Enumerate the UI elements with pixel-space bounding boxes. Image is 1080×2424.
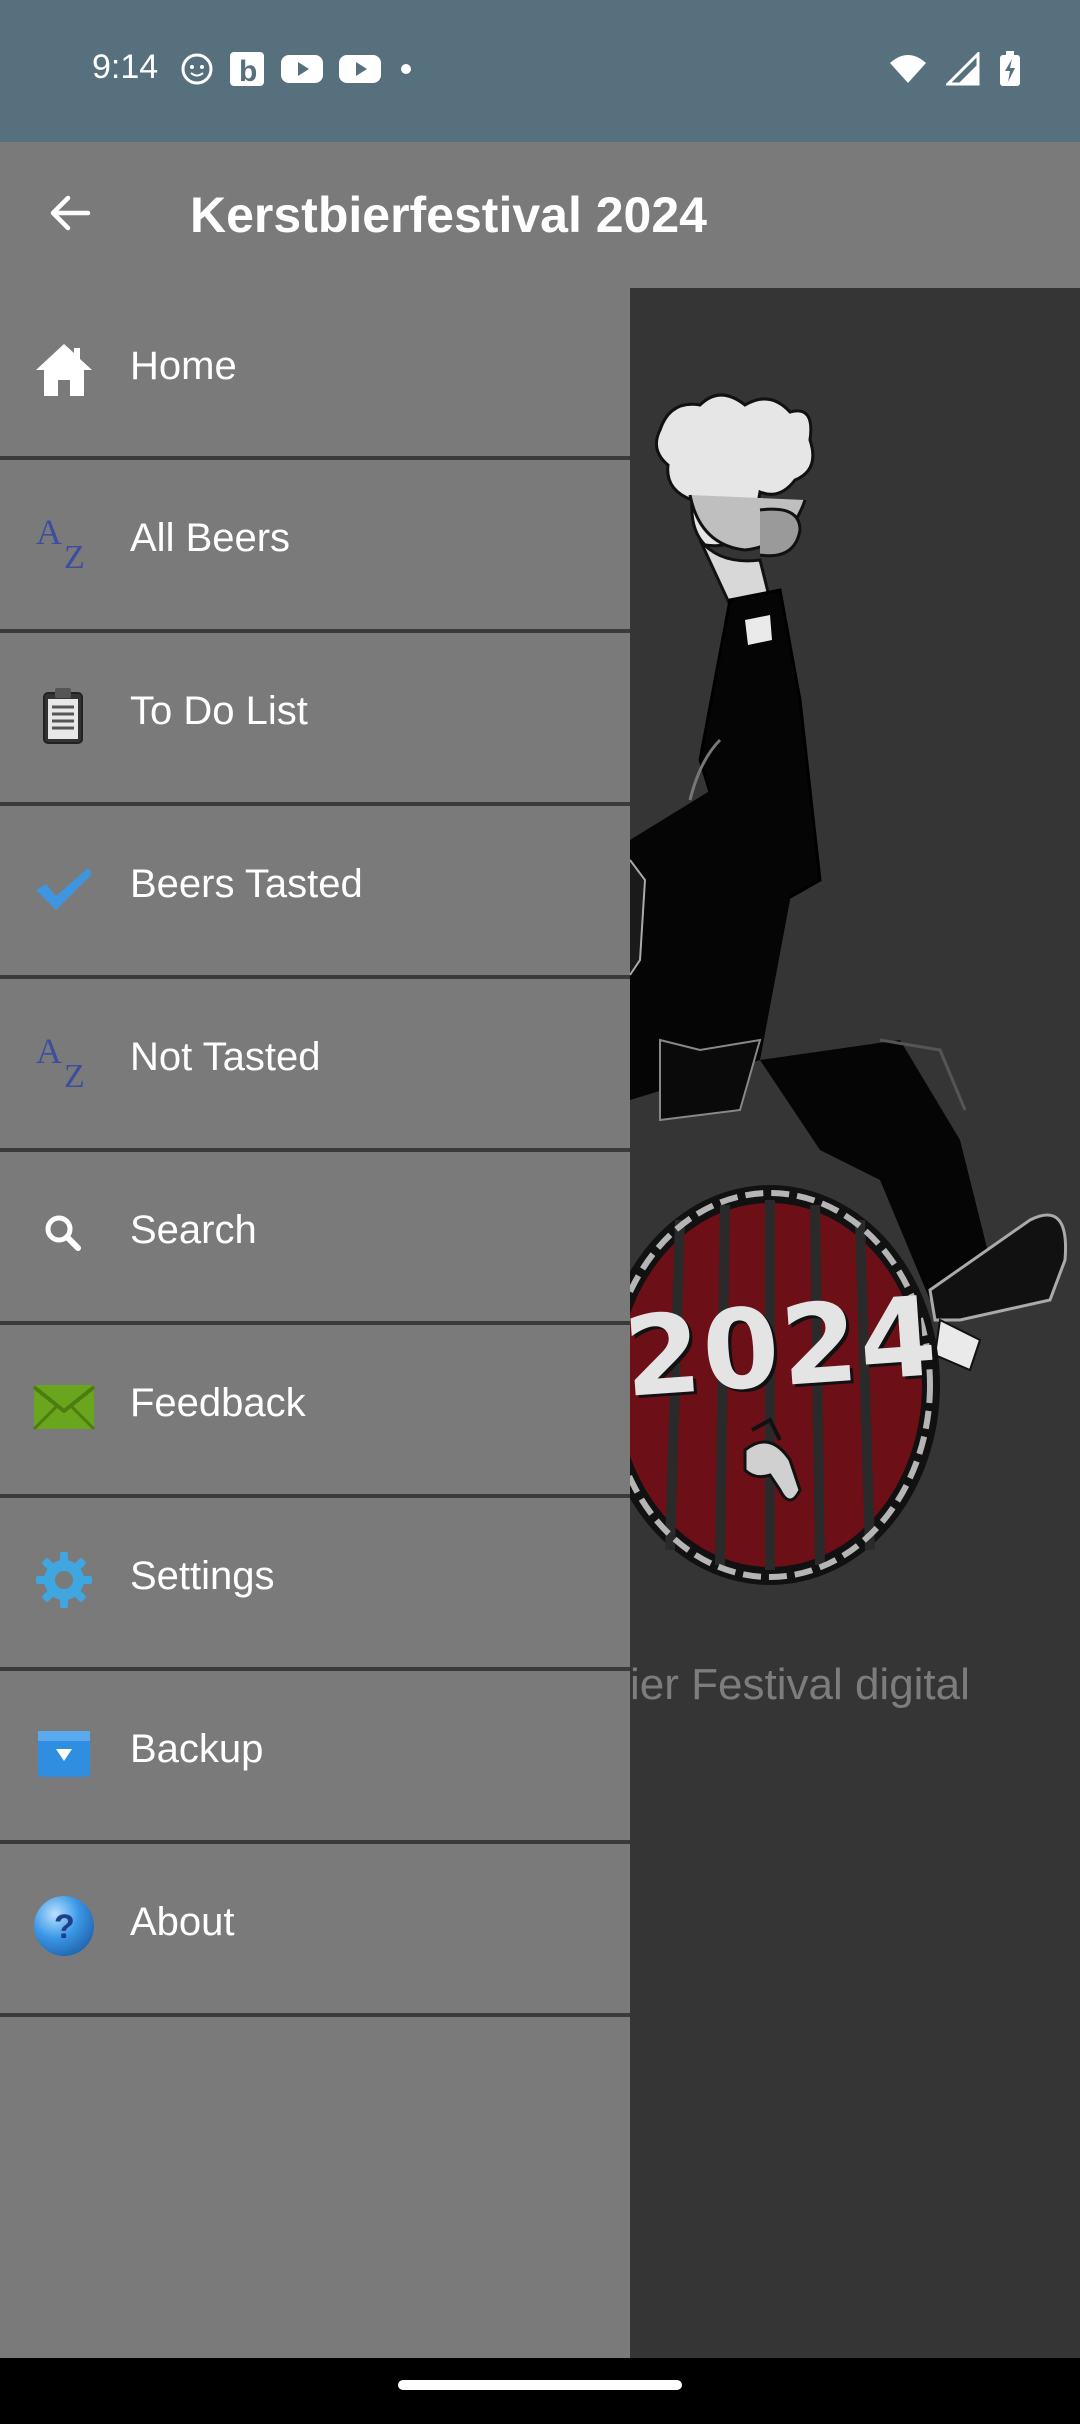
logo-year: 2024	[630, 1272, 943, 1422]
festival-logo-illustration	[630, 393, 1068, 1585]
wifi-icon	[890, 55, 926, 83]
drawer-item-all-beers[interactable]: A Z All Beers	[0, 460, 630, 633]
envelope-icon	[32, 1385, 96, 1431]
welcome-caption: ier Festival digital	[630, 1660, 970, 1709]
status-bar: 9:14 b	[0, 0, 1080, 142]
youtube-icon	[281, 55, 323, 83]
drawer-item-backup[interactable]: Backup	[0, 1671, 630, 1844]
system-navigation-bar	[0, 2358, 1080, 2424]
drawer-item-label: Search	[130, 1208, 257, 1252]
cellular-signal-icon	[946, 52, 980, 86]
more-notifications-dot-icon	[401, 64, 411, 74]
svg-text:b: b	[239, 55, 257, 88]
checkmark-icon	[36, 868, 92, 910]
home-gesture-handle[interactable]	[398, 2380, 682, 2390]
drawer-item-label: Feedback	[130, 1381, 306, 1425]
svg-text:?: ?	[54, 1908, 75, 1946]
drawer-item-label: To Do List	[130, 689, 308, 733]
notification-icons: b	[180, 50, 416, 88]
drawer-item-label: Settings	[130, 1554, 275, 1598]
navigation-drawer: Home A Z All Beers To Do List Beers Tast…	[0, 288, 630, 2358]
home-content: 2024 ier Festival digital	[630, 288, 1080, 2358]
drawer-item-about[interactable]: ? About	[0, 1844, 630, 2017]
question-icon: ?	[34, 1896, 94, 1956]
drawer-item-label: Backup	[130, 1727, 264, 1771]
drawer-item-feedback[interactable]: Feedback	[0, 1325, 630, 1498]
drawer-item-settings[interactable]: Settings	[0, 1498, 630, 1671]
gear-icon	[36, 1552, 92, 1608]
drawer-item-to-do-list[interactable]: To Do List	[0, 633, 630, 806]
home-icon	[36, 344, 92, 396]
app-title: Kerstbierfestival 2024	[190, 187, 707, 243]
clipboard-icon	[43, 688, 83, 744]
drawer-item-home[interactable]: Home	[0, 288, 630, 460]
svg-text:Z: Z	[64, 1058, 85, 1093]
drawer-item-not-tasted[interactable]: A Z Not Tasted	[0, 979, 630, 1152]
b-app-icon: b	[230, 52, 264, 88]
battery-charging-icon	[1000, 51, 1020, 86]
drawer-item-search[interactable]: Search	[0, 1152, 630, 1325]
app-bar: Kerstbierfestival 2024	[0, 142, 1080, 288]
backup-box-icon	[38, 1731, 90, 1777]
drawer-item-label: Not Tasted	[130, 1035, 321, 1079]
drawer-item-label: Beers Tasted	[130, 862, 363, 906]
drawer-item-beers-tasted[interactable]: Beers Tasted	[0, 806, 630, 979]
svg-text:A: A	[36, 1031, 62, 1071]
az-sort-icon: A Z	[36, 1031, 85, 1093]
youtube-icon	[339, 55, 381, 83]
svg-text:Z: Z	[64, 539, 85, 574]
drawer-item-label: Home	[130, 344, 237, 388]
drawer-item-label: About	[130, 1900, 235, 1944]
drawer-item-label: All Beers	[130, 516, 291, 560]
az-sort-icon: A Z	[36, 512, 85, 574]
svg-text:A: A	[36, 512, 62, 552]
arrow-back-icon	[50, 195, 91, 231]
face-notification-icon	[181, 53, 213, 85]
search-icon	[45, 1215, 81, 1251]
status-time: 9:14	[92, 48, 159, 86]
back-button[interactable]	[38, 180, 104, 246]
system-icons	[888, 50, 1022, 88]
